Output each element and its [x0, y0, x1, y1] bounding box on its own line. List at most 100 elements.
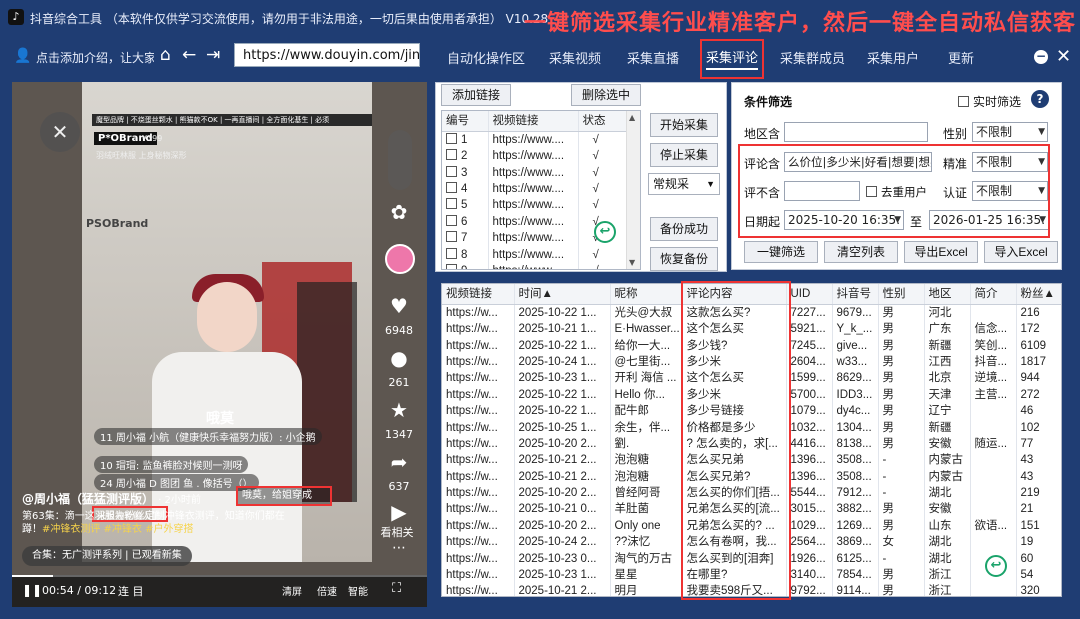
- progress-track[interactable]: [12, 575, 427, 577]
- collect-mode-select[interactable]: 常规采 ▼: [648, 173, 720, 195]
- related-label[interactable]: 看相关: [377, 524, 417, 540]
- date-to-picker[interactable]: 2026-01-25 16:35: ▼: [929, 210, 1049, 230]
- profile-hint[interactable]: 点击添加介绍，让大家认识你: [36, 49, 154, 66]
- speed-button[interactable]: 倍速: [317, 583, 337, 598]
- export-excel-button[interactable]: 导出Excel: [904, 241, 978, 263]
- col-header-status[interactable]: 状态: [578, 111, 629, 132]
- tab-collect-comments[interactable]: 采集评论: [700, 39, 765, 79]
- table-row[interactable]: 2 https://www.... √: [442, 148, 629, 165]
- start-collect-button[interactable]: 开始采集: [650, 113, 718, 137]
- link-table-scrollbar[interactable]: ▲ ▼: [626, 111, 640, 269]
- link-no-cell[interactable]: 9: [442, 262, 489, 269]
- clear-screen-toggle[interactable]: 清屏: [282, 583, 302, 598]
- dedupe-user-toggle[interactable]: 去重用户: [866, 184, 927, 200]
- table-row[interactable]: 5 https://www.... √: [442, 197, 629, 214]
- help-icon[interactable]: ?: [1031, 90, 1049, 108]
- row-checkbox[interactable]: [446, 165, 457, 177]
- forward-icon[interactable]: ⇥: [206, 45, 220, 65]
- table-row[interactable]: https://w... 2025-10-21 2... 泡泡糖 怎么买兄弟? 1396…: [442, 468, 1061, 485]
- video-player[interactable]: PSOBrand 魔型品牌 | 不烧蛋丝颗水 | 熊猫款不OK | 一再直播间 …: [12, 82, 427, 607]
- table-row[interactable]: https://w... 2025-10-21 2... 泡泡糖 怎么买兄弟 1396.…: [442, 452, 1061, 469]
- row-checkbox[interactable]: [446, 133, 457, 144]
- row-checkbox[interactable]: [446, 231, 457, 243]
- table-row[interactable]: https://w... 2025-10-23 0... 淘气的万古 怎么买到的[泪奔…: [442, 550, 1061, 567]
- row-checkbox[interactable]: [446, 198, 457, 210]
- col-header-comment[interactable]: 评论内容: [682, 284, 787, 305]
- table-row[interactable]: https://w... 2025-10-24 2... ??沫忆 怎么有卷啊，我..…: [442, 534, 1061, 551]
- table-row[interactable]: https://w... 2025-10-24 1... @七里街... 多少米 260…: [442, 353, 1061, 371]
- add-link-button[interactable]: 添加链接: [441, 84, 511, 106]
- stop-collect-button[interactable]: 停止采集: [650, 143, 718, 167]
- table-row[interactable]: https://w... 2025-10-21 0... 羊肚菌 兄弟怎么买的[流..…: [442, 501, 1061, 518]
- table-row[interactable]: https://w... 2025-10-20 2... 劉.? 怎么卖的，求[..…: [442, 435, 1061, 453]
- link-no-cell[interactable]: 1: [442, 131, 489, 148]
- delete-selected-button[interactable]: 删除选中: [571, 84, 641, 106]
- clear-list-button[interactable]: 清空列表: [824, 241, 898, 263]
- col-header-time[interactable]: 时间▲: [514, 284, 611, 305]
- table-row[interactable]: https://w... 2025-10-23 1... 开利 海信 ... 这个怎么…: [442, 370, 1061, 387]
- table-row[interactable]: https://w... 2025-10-21 2... 明月 我要卖598斤又...…: [442, 583, 1061, 596]
- dedupe-checkbox[interactable]: [866, 186, 877, 197]
- col-header-video-url[interactable]: 视频链接: [488, 111, 579, 132]
- comment-exclude-input[interactable]: [784, 181, 860, 201]
- fullscreen-icon[interactable]: ⛶: [392, 581, 401, 596]
- tab-collect-live[interactable]: 采集直播: [627, 48, 679, 67]
- like-icon[interactable]: ♥: [381, 294, 417, 318]
- user-icon[interactable]: 👤: [14, 48, 31, 64]
- table-row[interactable]: 4 https://www.... √: [442, 180, 629, 198]
- col-header-video-url[interactable]: 视频链接: [442, 284, 515, 305]
- tab-collect-video[interactable]: 采集视频: [549, 48, 601, 67]
- scroll-down-icon[interactable]: ▼: [629, 258, 635, 267]
- table-row[interactable]: https://w... 2025-10-21 1... E·Hwasser... 这…: [442, 321, 1061, 338]
- col-header-bio[interactable]: 简介: [970, 284, 1017, 305]
- minimize-icon[interactable]: −: [1034, 50, 1048, 64]
- video-author[interactable]: @周小福（猛猛测评版） · 2小时前: [22, 490, 201, 507]
- table-row[interactable]: https://w... 2025-10-25 1... 余生，伴... 价格都是多少…: [442, 419, 1061, 436]
- table-row[interactable]: https://w... 2025-10-20 2... Only one 兄弟怎么买…: [442, 517, 1061, 535]
- auto-continue-toggle[interactable]: 连 目: [118, 583, 144, 599]
- comment-icon[interactable]: ●: [381, 346, 417, 370]
- link-no-cell[interactable]: 6: [442, 213, 489, 230]
- col-header-gender[interactable]: 性别: [878, 284, 925, 305]
- video-close-icon[interactable]: ✕: [40, 112, 80, 152]
- row-checkbox[interactable]: [446, 247, 457, 259]
- link-no-cell[interactable]: 5: [442, 197, 489, 214]
- date-from-picker[interactable]: 2025-10-20 16:35: ▼: [784, 210, 904, 230]
- more-icon[interactable]: ⋯: [381, 540, 417, 556]
- col-header-fans[interactable]: 粉丝▲: [1016, 284, 1061, 305]
- one-click-filter-button[interactable]: 一键筛选: [744, 241, 818, 263]
- author-avatar[interactable]: [385, 244, 415, 274]
- episode-tags[interactable]: #冲锋衣测评 #冲锋衣 #户外穿搭: [42, 524, 194, 535]
- share-icon[interactable]: ➦: [381, 450, 417, 474]
- close-icon[interactable]: ✕: [1056, 46, 1071, 67]
- precise-select[interactable]: 不限制 ▼: [972, 152, 1048, 172]
- table-row[interactable]: 3 https://www.... √: [442, 164, 629, 181]
- link-no-cell[interactable]: 8: [442, 246, 489, 263]
- col-header-nickname[interactable]: 昵称: [610, 284, 683, 305]
- backup-button[interactable]: 备份成功: [650, 217, 718, 241]
- row-checkbox[interactable]: [446, 214, 457, 226]
- table-row[interactable]: https://w... 2025-10-22 1... Hello 你... 多少米…: [442, 386, 1061, 403]
- realtime-filter-toggle[interactable]: 实时筛选: [958, 93, 1021, 110]
- col-header-douyin-id[interactable]: 抖音号: [832, 284, 879, 305]
- row-checkbox[interactable]: [446, 263, 457, 269]
- related-icon[interactable]: ▶: [381, 500, 417, 524]
- quality-button[interactable]: 智能: [348, 583, 368, 598]
- author-name[interactable]: @周小福（猛猛测评版）: [22, 492, 154, 506]
- results-table[interactable]: 视频链接 时间▲ 昵称 评论内容 UID 抖音号 性别 地区 简介 粉丝▲ https://w..…: [441, 283, 1062, 597]
- tab-update[interactable]: 更新: [948, 48, 974, 67]
- gender-select[interactable]: 不限制 ▼: [972, 122, 1048, 142]
- table-row[interactable]: https://w... 2025-10-22 1... 给你一大... 多少钱? 72…: [442, 337, 1061, 354]
- link-no-cell[interactable]: 4: [442, 180, 489, 198]
- link-no-cell[interactable]: 2: [442, 148, 489, 165]
- tab-automation[interactable]: 自动化操作区: [447, 48, 525, 67]
- url-input[interactable]: https://www.douyin.com/jingxuan: [234, 43, 420, 67]
- col-header-region[interactable]: 地区: [924, 284, 971, 305]
- flower-icon[interactable]: ✿: [381, 200, 417, 224]
- row-checkbox[interactable]: [446, 181, 457, 193]
- favorite-icon[interactable]: ★: [381, 398, 417, 422]
- home-icon[interactable]: ⌂: [160, 45, 171, 65]
- table-row[interactable]: https://w... 2025-10-23 1... 星星 在哪里? 3140...…: [442, 566, 1061, 584]
- comment-include-input[interactable]: 么价位|多少米|好看|想要|想买: [784, 152, 932, 172]
- region-input[interactable]: [784, 122, 928, 142]
